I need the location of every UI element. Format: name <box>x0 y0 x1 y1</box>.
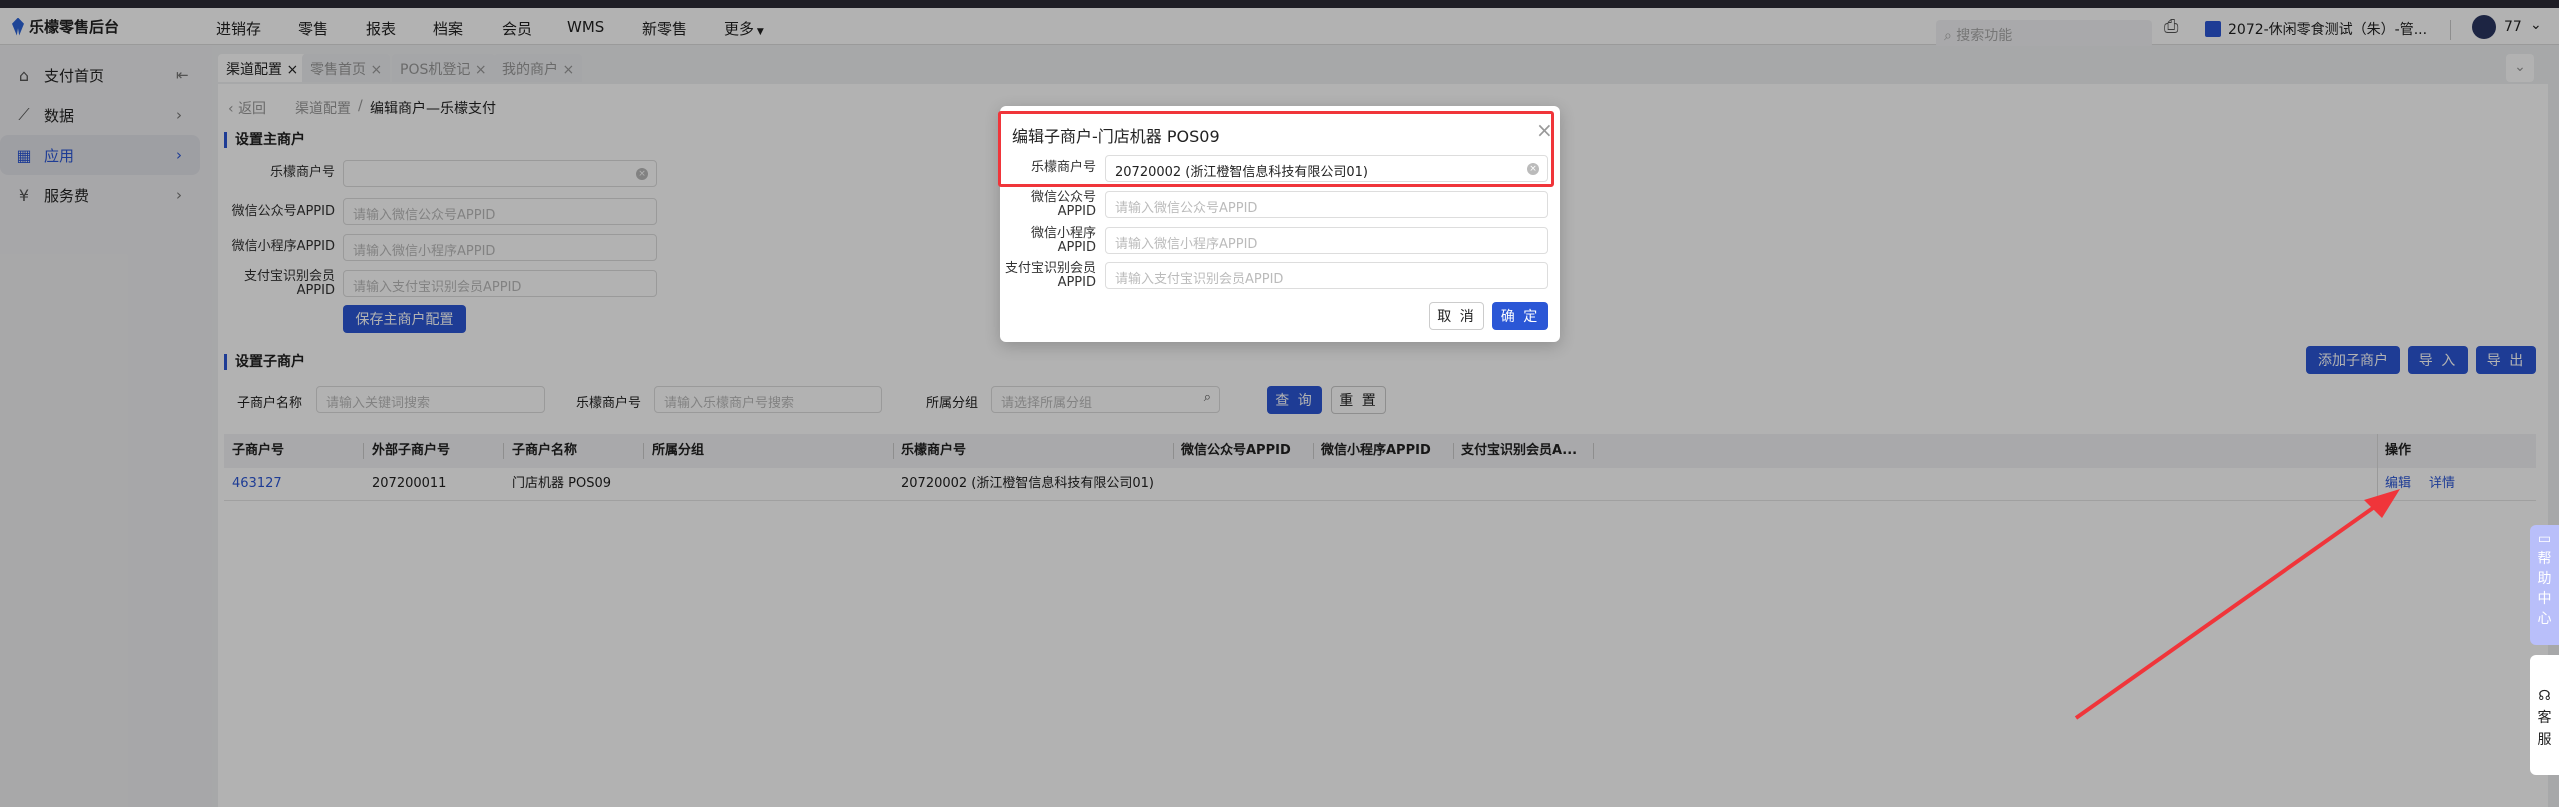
alipay-appid-field[interactable]: 请输入支付宝识别会员APPID <box>1105 262 1548 289</box>
edit-sub-merchant-dialog: 编辑子商户-门店机器 POS09 × 乐檬商户号 20720002 (浙江橙智信… <box>1000 106 1560 342</box>
wechat-oa-appid-field[interactable]: 请输入微信公众号APPID <box>1105 191 1548 218</box>
field-value: 20720002 (浙江橙智信息科技有限公司01) <box>1115 165 1368 180</box>
field-label: 微信小程序APPID <box>1030 226 1096 255</box>
lemeng-merchant-no-field[interactable]: 20720002 (浙江橙智信息科技有限公司01) × <box>1105 155 1548 182</box>
cancel-button[interactable]: 取 消 <box>1429 302 1484 330</box>
clear-icon[interactable]: × <box>1527 163 1539 175</box>
confirm-button[interactable]: 确 定 <box>1492 302 1548 330</box>
help-label: 帮助中心 <box>2537 551 2552 627</box>
field-label: 乐檬商户号 <box>1030 160 1096 175</box>
help-center-widget[interactable]: ▭ 帮助中心 <box>2530 525 2559 645</box>
customer-service-widget[interactable]: ☊ 客服 <box>2530 655 2559 775</box>
arrow-head <box>2364 489 2400 518</box>
field-label: 支付宝识别会员APPID <box>1004 261 1096 290</box>
wechat-mp-appid-field[interactable]: 请输入微信小程序APPID <box>1105 227 1548 254</box>
dialog-title: 编辑子商户-门店机器 POS09 <box>1012 127 1220 146</box>
headset-icon: ☊ <box>2538 688 2551 704</box>
arrow-shaft <box>2074 501 2382 720</box>
message-icon: ▭ <box>2537 531 2552 547</box>
service-label: 客服 <box>2537 710 2552 748</box>
close-icon[interactable]: × <box>1536 118 1553 142</box>
field-label: 微信公众号APPID <box>1030 190 1096 219</box>
